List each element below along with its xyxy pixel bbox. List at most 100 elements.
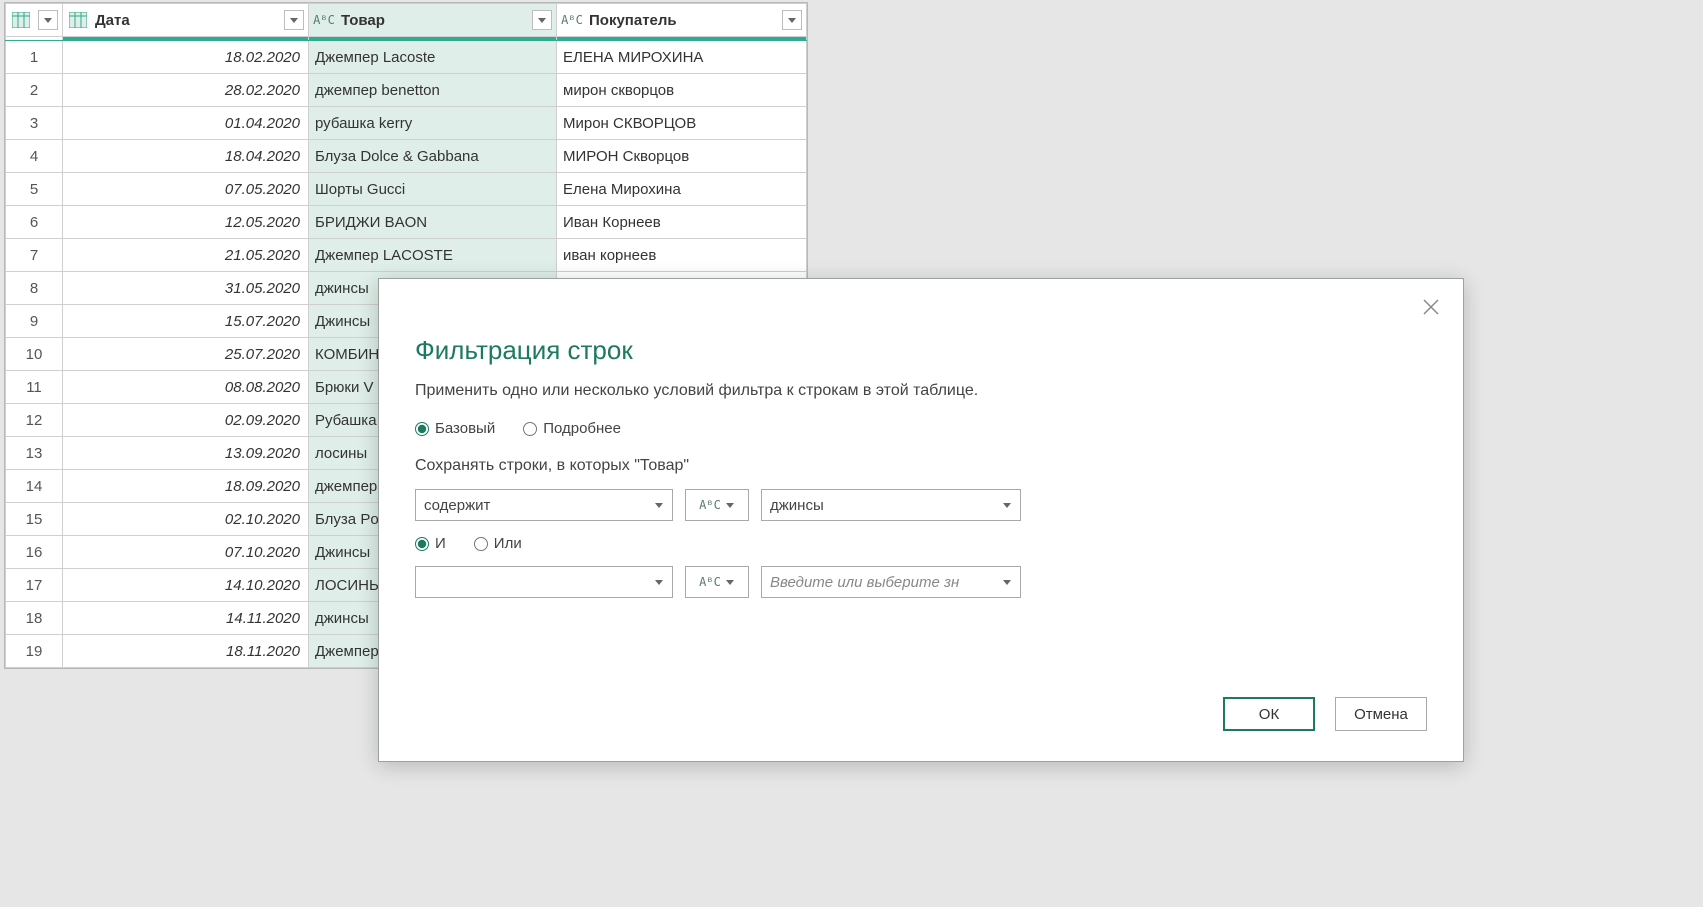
logic-radio-group: И Или: [415, 535, 1427, 552]
cell-date[interactable]: 02.10.2020: [63, 503, 309, 536]
cell-customer[interactable]: иван корнеев: [557, 239, 807, 272]
row-number: 13: [6, 437, 63, 470]
row-number: 11: [6, 371, 63, 404]
row-number: 5: [6, 173, 63, 206]
chevron-down-icon: [725, 503, 735, 508]
type-dropdown-1[interactable]: AᴮC: [685, 489, 749, 521]
row-number: 18: [6, 602, 63, 635]
table-row[interactable]: 301.04.2020рубашка kerryМирон СКВОРЦОВ: [6, 107, 807, 140]
row-number: 1: [6, 41, 63, 74]
table-icon: [10, 9, 32, 31]
row-number: 3: [6, 107, 63, 140]
cell-date[interactable]: 25.07.2020: [63, 338, 309, 371]
cell-product[interactable]: Джемпер Lacoste: [309, 41, 557, 74]
text-type-icon: AᴮC: [699, 575, 721, 589]
text-type-icon: AᴮC: [561, 9, 583, 31]
cell-date[interactable]: 14.11.2020: [63, 602, 309, 635]
cell-customer[interactable]: ЕЛЕНА МИРОХИНА: [557, 41, 807, 74]
chevron-down-icon: [725, 580, 735, 585]
table-row[interactable]: 118.02.2020Джемпер LacosteЕЛЕНА МИРОХИНА: [6, 41, 807, 74]
row-number: 9: [6, 305, 63, 338]
chevron-down-icon: [654, 503, 664, 508]
cell-date[interactable]: 07.10.2020: [63, 536, 309, 569]
row-number: 16: [6, 536, 63, 569]
column-header-date[interactable]: Дата: [63, 4, 309, 37]
cell-date[interactable]: 13.09.2020: [63, 437, 309, 470]
row-index-header[interactable]: [6, 4, 63, 37]
cell-date[interactable]: 08.08.2020: [63, 371, 309, 404]
keep-rows-label: Сохранять строки, в которых "Товар": [415, 457, 1427, 475]
chevron-down-icon: [654, 580, 664, 585]
text-type-icon: AᴮC: [699, 498, 721, 512]
row-number: 4: [6, 140, 63, 173]
value-dropdown-2[interactable]: Введите или выберите зн: [761, 566, 1021, 598]
cell-date[interactable]: 12.05.2020: [63, 206, 309, 239]
cell-product[interactable]: Джемпер LACOSTE: [309, 239, 557, 272]
row-number: 12: [6, 404, 63, 437]
cell-product[interactable]: Блуза Dolce & Gabbana: [309, 140, 557, 173]
product-filter-button[interactable]: [532, 10, 552, 30]
column-header-product[interactable]: AᴮC Товар: [309, 4, 557, 37]
cell-date[interactable]: 21.05.2020: [63, 239, 309, 272]
cell-date[interactable]: 28.02.2020: [63, 74, 309, 107]
date-filter-button[interactable]: [284, 10, 304, 30]
cell-customer[interactable]: Мирон СКВОРЦОВ: [557, 107, 807, 140]
cell-date[interactable]: 15.07.2020: [63, 305, 309, 338]
cell-date[interactable]: 18.11.2020: [63, 635, 309, 668]
close-icon[interactable]: [1417, 293, 1445, 321]
cell-product[interactable]: БРИДЖИ BAON: [309, 206, 557, 239]
column-header-customer[interactable]: AᴮC Покупатель: [557, 4, 807, 37]
table-row[interactable]: 507.05.2020Шорты GucciЕлена Мирохина: [6, 173, 807, 206]
dialog-subtitle: Применить одно или несколько условий фил…: [415, 382, 1427, 400]
ok-button[interactable]: ОК: [1223, 697, 1315, 731]
column-label: Дата: [95, 12, 278, 29]
radio-or[interactable]: Или: [474, 535, 522, 552]
column-label: Покупатель: [589, 12, 776, 29]
cell-date[interactable]: 01.04.2020: [63, 107, 309, 140]
cancel-button[interactable]: Отмена: [1335, 697, 1427, 731]
type-dropdown-2[interactable]: AᴮC: [685, 566, 749, 598]
cell-customer[interactable]: мирон скворцов: [557, 74, 807, 107]
customer-filter-button[interactable]: [782, 10, 802, 30]
condition-row-2: AᴮC Введите или выберите зн: [415, 566, 1427, 598]
table-row[interactable]: 228.02.2020джемпер benettonмирон скворцо…: [6, 74, 807, 107]
table-row[interactable]: 612.05.2020БРИДЖИ BAONИван Корнеев: [6, 206, 807, 239]
row-number: 2: [6, 74, 63, 107]
operator-dropdown-2[interactable]: [415, 566, 673, 598]
row-number: 6: [6, 206, 63, 239]
mode-radio-group: Базовый Подробнее: [415, 420, 1427, 437]
radio-advanced[interactable]: Подробнее: [523, 420, 621, 437]
cell-product[interactable]: рубашка kerry: [309, 107, 557, 140]
row-number: 8: [6, 272, 63, 305]
cell-customer[interactable]: МИРОН Скворцов: [557, 140, 807, 173]
cell-date[interactable]: 02.09.2020: [63, 404, 309, 437]
operator-dropdown-1[interactable]: содержит: [415, 489, 673, 521]
cell-date[interactable]: 14.10.2020: [63, 569, 309, 602]
row-number: 17: [6, 569, 63, 602]
table-row[interactable]: 721.05.2020Джемпер LACOSTEиван корнеев: [6, 239, 807, 272]
cell-date[interactable]: 18.04.2020: [63, 140, 309, 173]
row-number: 14: [6, 470, 63, 503]
cell-date[interactable]: 18.09.2020: [63, 470, 309, 503]
row-number: 7: [6, 239, 63, 272]
text-type-icon: AᴮC: [313, 9, 335, 31]
chevron-down-icon: [1002, 580, 1012, 585]
condition-row-1: содержит AᴮC джинсы: [415, 489, 1427, 521]
column-label: Товар: [341, 12, 526, 29]
row-number: 19: [6, 635, 63, 668]
cell-customer[interactable]: Елена Мирохина: [557, 173, 807, 206]
radio-basic[interactable]: Базовый: [415, 420, 495, 437]
table-row[interactable]: 418.04.2020Блуза Dolce & GabbanaМИРОН Ск…: [6, 140, 807, 173]
value-dropdown-1[interactable]: джинсы: [761, 489, 1021, 521]
cell-date[interactable]: 07.05.2020: [63, 173, 309, 206]
dialog-title: Фильтрация строк: [415, 335, 1427, 366]
cell-customer[interactable]: Иван Корнеев: [557, 206, 807, 239]
row-number: 10: [6, 338, 63, 371]
row-number: 15: [6, 503, 63, 536]
cell-date[interactable]: 31.05.2020: [63, 272, 309, 305]
index-filter-button[interactable]: [38, 10, 58, 30]
cell-product[interactable]: джемпер benetton: [309, 74, 557, 107]
cell-date[interactable]: 18.02.2020: [63, 41, 309, 74]
radio-and[interactable]: И: [415, 535, 446, 552]
cell-product[interactable]: Шорты Gucci: [309, 173, 557, 206]
